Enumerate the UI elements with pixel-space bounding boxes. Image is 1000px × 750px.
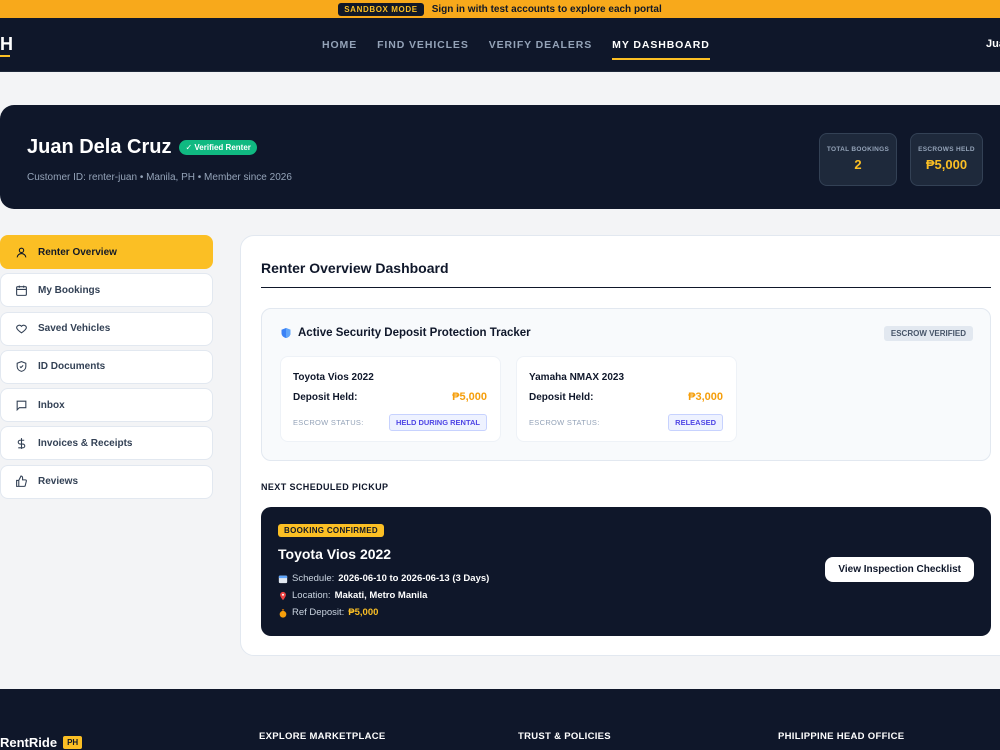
deposit-card: Yamaha NMAX 2023 Deposit Held: ₱3,000 ES…: [516, 356, 737, 442]
sidebar-item-label: Saved Vehicles: [38, 323, 111, 335]
escrow-status-badge: RELEASED: [668, 414, 723, 431]
top-navigation: H HOME FIND VEHICLES VERIFY DEALERS MY D…: [0, 18, 1000, 72]
profile-header: Juan Dela Cruz ✓ Verified Renter Custome…: [0, 105, 1000, 209]
sidebar-item-label: Inbox: [38, 399, 65, 411]
message-icon: [16, 400, 27, 411]
stat-label: ESCROWS HELD: [918, 146, 975, 153]
stat-label: TOTAL BOOKINGS: [826, 146, 890, 153]
footer-brand-name: RentRide: [0, 735, 58, 750]
sandbox-message: Sign in with test accounts to explore ea…: [431, 3, 662, 15]
shield-icon: [281, 328, 291, 338]
sidebar-item-saved-vehicles[interactable]: Saved Vehicles: [0, 311, 213, 346]
nav-link-home[interactable]: HOME: [322, 18, 357, 72]
calendar-icon: [16, 285, 27, 296]
stat-total-bookings: TOTAL BOOKINGS 2: [819, 133, 897, 186]
profile-name: Juan Dela Cruz: [27, 136, 172, 158]
booking-confirmed-badge: BOOKING CONFIRMED: [278, 524, 384, 537]
nav-link-my-dashboard[interactable]: MY DASHBOARD: [612, 18, 710, 72]
sidebar-item-label: My Bookings: [38, 284, 101, 296]
tracker-title-row: Active Security Deposit Protection Track…: [280, 327, 531, 339]
deposit-held-label: Deposit Held:: [529, 392, 594, 403]
location-label: Location:: [292, 590, 331, 601]
sandbox-badge: SANDBOX MODE: [338, 2, 424, 16]
schedule-value: 2026-06-10 to 2026-06-13 (3 Days): [338, 573, 490, 584]
deposit-value: ₱5,000: [348, 607, 379, 618]
sidebar-item-inbox[interactable]: Inbox: [0, 388, 213, 423]
shield-check-icon: [16, 361, 27, 373]
footer: RentRide PH EXPLORE MARKETPLACE TRUST & …: [0, 689, 1000, 750]
escrow-verified-badge: ESCROW VERIFIED: [883, 326, 973, 341]
pin-icon: [280, 591, 286, 600]
nav-links: HOME FIND VEHICLES VERIFY DEALERS MY DAS…: [322, 18, 710, 72]
thumbs-up-icon: [16, 475, 27, 488]
escrow-status-label: ESCROW STATUS:: [529, 418, 600, 427]
pickup-section-label: NEXT SCHEDULED PICKUP: [261, 482, 389, 492]
deposit-vehicle: Yamaha NMAX 2023: [529, 372, 625, 383]
nav-link-find-vehicles[interactable]: FIND VEHICLES: [377, 18, 469, 72]
user-icon: [16, 247, 27, 257]
stat-value: 2: [854, 157, 862, 172]
panel-title: Renter Overview Dashboard: [261, 260, 449, 276]
dollar-icon: [17, 438, 26, 449]
sidebar-item-my-bookings[interactable]: My Bookings: [0, 273, 213, 308]
stat-escrows-held: ESCROWS HELD ₱5,000: [910, 133, 983, 186]
footer-heading-office: PHILIPPINE HEAD OFFICE: [778, 731, 905, 742]
escrow-status-label: ESCROW STATUS:: [293, 418, 364, 427]
sidebar-item-label: Invoices & Receipts: [38, 437, 133, 449]
footer-heading-explore: EXPLORE MARKETPLACE: [259, 731, 386, 742]
escrow-status-badge: HELD DURING RENTAL: [388, 414, 487, 431]
location-value: Makati, Metro Manila: [334, 590, 428, 601]
footer-heading-trust: TRUST & POLICIES: [518, 731, 611, 742]
money-bag-icon: [279, 608, 287, 618]
next-pickup-card: BOOKING CONFIRMED Toyota Vios 2022 Sched…: [261, 507, 991, 636]
verified-badge: ✓ Verified Renter: [179, 140, 257, 155]
deposit-tracker: Active Security Deposit Protection Track…: [261, 308, 991, 461]
pickup-schedule: Schedule: 2026-06-10 to 2026-06-13 (3 Da…: [278, 573, 489, 584]
deposit-amount: ₱5,000: [452, 391, 487, 403]
user-menu[interactable]: Juan: [986, 38, 1000, 50]
heart-icon: [16, 324, 27, 334]
schedule-label: Schedule:: [292, 573, 335, 584]
tracker-title: Active Security Deposit Protection Track…: [298, 327, 531, 339]
deposit-held-label: Deposit Held:: [293, 392, 358, 403]
deposit-vehicle: Toyota Vios 2022: [293, 372, 374, 383]
sidebar-item-renter-overview[interactable]: Renter Overview: [0, 235, 213, 269]
deposit-amount: ₱3,000: [688, 391, 723, 403]
sidebar: Renter Overview My Bookings Saved Vehicl…: [0, 235, 213, 503]
deposit-card: Toyota Vios 2022 Deposit Held: ₱5,000 ES…: [280, 356, 501, 442]
sidebar-item-invoices[interactable]: Invoices & Receipts: [0, 426, 213, 461]
footer-brand[interactable]: RentRide PH: [0, 735, 83, 750]
sidebar-item-label: Renter Overview: [38, 246, 117, 258]
deposit-label: Ref Deposit:: [292, 607, 345, 618]
overview-panel: Renter Overview Dashboard Active Securit…: [240, 235, 1000, 656]
profile-subtitle: Customer ID: renter-juan • Manila, PH • …: [27, 172, 292, 183]
sidebar-item-label: ID Documents: [38, 361, 106, 373]
stat-value: ₱5,000: [925, 157, 968, 172]
footer-brand-tag: PH: [63, 736, 83, 749]
profile-name-row: Juan Dela Cruz ✓ Verified Renter: [27, 136, 257, 159]
nav-link-verify-dealers[interactable]: VERIFY DEALERS: [489, 18, 592, 72]
pickup-location: Location: Makati, Metro Manila: [278, 590, 427, 601]
sandbox-banner: SANDBOX MODE Sign in with test accounts …: [0, 0, 1000, 18]
logo[interactable]: H: [0, 34, 13, 57]
calendar-icon: [278, 575, 288, 583]
pickup-deposit: Ref Deposit: ₱5,000: [278, 607, 378, 618]
sidebar-item-label: Reviews: [38, 476, 79, 488]
sidebar-item-reviews[interactable]: Reviews: [0, 464, 213, 499]
pickup-vehicle: Toyota Vios 2022: [278, 546, 392, 562]
panel-divider: [261, 287, 991, 288]
view-inspection-checklist-button[interactable]: View Inspection Checklist: [825, 557, 974, 582]
sidebar-item-id-documents[interactable]: ID Documents: [0, 349, 213, 384]
